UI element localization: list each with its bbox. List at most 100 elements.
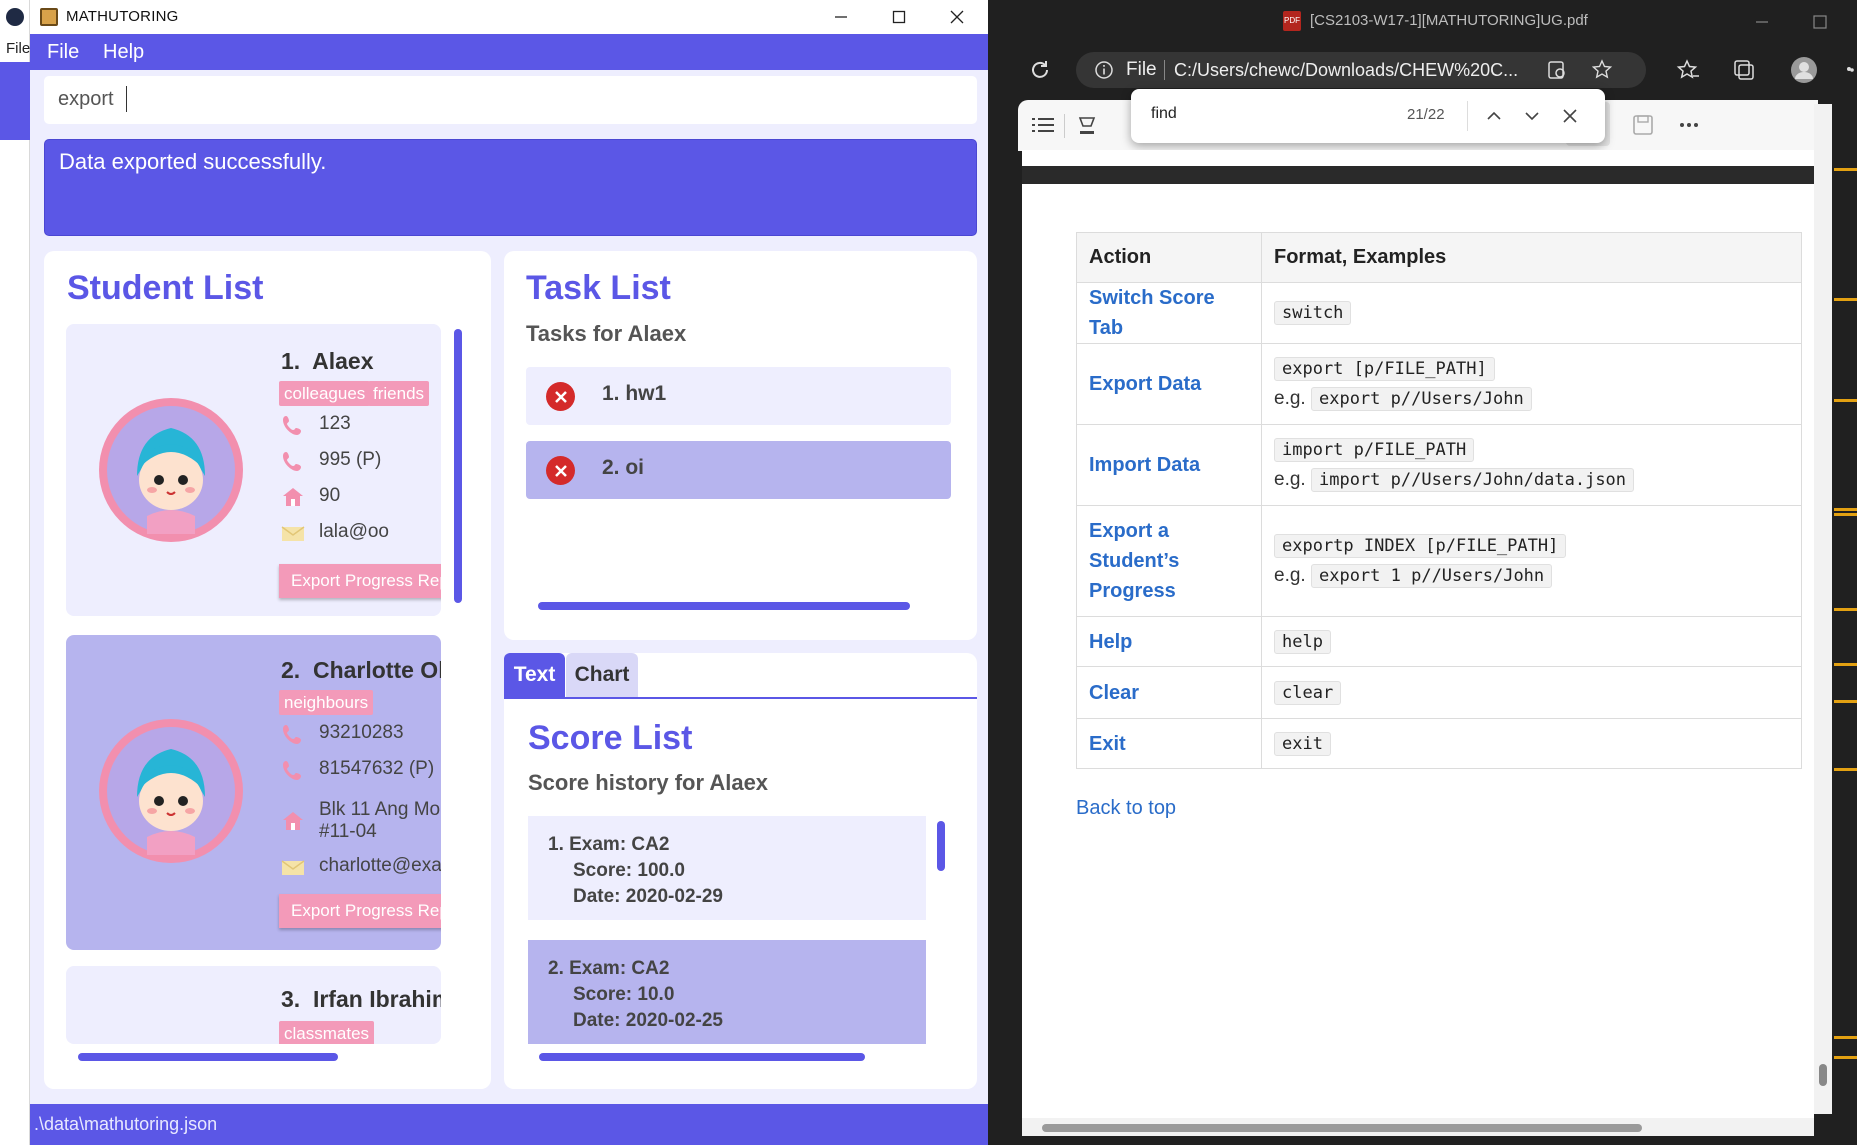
score-list-horizontal-scrollbar[interactable] — [539, 1053, 865, 1061]
pdf-horizontal-scroll-thumb[interactable] — [1042, 1124, 1642, 1132]
favorites-icon[interactable] — [1676, 58, 1700, 82]
student-name: Charlotte Oliveiro — [312, 657, 441, 683]
minimize-icon[interactable] — [1754, 14, 1770, 30]
maximize-icon[interactable] — [1812, 14, 1828, 30]
score-exam: 1. Exam: CA2 — [548, 834, 670, 855]
browser-window-title: [CS2103-W17-1][MATHUTORING]UG.pdf — [1310, 12, 1588, 29]
phone-icon — [283, 416, 301, 435]
student-card[interactable]: 3. Irfan Ibrahim classmates — [66, 966, 441, 1044]
text-caret — [126, 86, 127, 112]
menu-file[interactable]: File — [47, 41, 79, 64]
maximize-button[interactable] — [870, 0, 928, 34]
menu-bar: File Help — [30, 34, 988, 70]
parent-phone-value: 995 (P) — [319, 449, 382, 470]
student-index: 3. — [281, 986, 301, 1012]
pdf-vertical-scroll-thumb[interactable] — [1819, 1064, 1827, 1086]
action-link[interactable]: Exit — [1076, 718, 1262, 769]
result-text: Data exported successfully. — [59, 149, 327, 174]
table-row: Import Data import p/FILE_PATH e.g. impor… — [1076, 424, 1802, 506]
pdf-more-options-icon[interactable] — [1680, 122, 1698, 128]
status-file-path: .\data\mathutoring.json — [34, 1114, 218, 1134]
command-summary-table: Action Format, Examples Switch Score Tab… — [1076, 232, 1802, 769]
back-to-top-link[interactable]: Back to top — [1076, 797, 1176, 820]
command-input[interactable]: export — [44, 76, 977, 124]
minimize-button[interactable] — [812, 0, 870, 34]
more-options-button[interactable] — [1850, 68, 1857, 72]
task-row-selected[interactable]: 2. oi — [526, 441, 951, 499]
tab-underline — [504, 697, 977, 699]
info-icon[interactable] — [1094, 60, 1114, 80]
student-card-body: 1. Alaex colleagues friends 123 995 (P) … — [66, 324, 441, 616]
background-app-icon — [6, 8, 24, 26]
find-divider — [1467, 101, 1468, 131]
student-list-vertical-scrollbar[interactable] — [454, 329, 462, 603]
score-date: Date: 2020-02-25 — [573, 1010, 723, 1031]
home-icon — [283, 812, 303, 830]
add-favorite-icon[interactable] — [1592, 59, 1614, 81]
header-action: Action — [1076, 232, 1262, 283]
menu-help[interactable]: Help — [103, 41, 144, 64]
find-input[interactable]: find — [1151, 105, 1177, 123]
table-row: Help help — [1076, 616, 1802, 667]
action-link[interactable]: Help — [1076, 616, 1262, 667]
pdf-file-icon: PDF — [1283, 11, 1301, 31]
pdf-vertical-scrollbar[interactable] — [1814, 104, 1832, 1114]
score-row[interactable]: 1. Exam: CA2 Score: 100.0 Date: 2020-02-… — [528, 816, 926, 920]
action-link[interactable]: Export Data — [1076, 343, 1262, 425]
tab-text[interactable]: Text — [504, 653, 565, 697]
format-cell: exit — [1261, 718, 1802, 769]
mathutoring-window: MATHUTORING File Help export Data export… — [30, 0, 988, 1145]
table-row: Switch Score Tab switch — [1076, 282, 1802, 344]
previous-match-icon[interactable] — [1485, 107, 1503, 125]
next-match-icon[interactable] — [1523, 107, 1541, 125]
close-find-icon[interactable] — [1561, 107, 1579, 125]
profile-avatar-icon[interactable] — [1790, 56, 1818, 84]
refresh-icon[interactable] — [1028, 58, 1052, 82]
close-window-button[interactable] — [928, 0, 986, 34]
search-hit-marker — [1834, 700, 1857, 703]
action-link[interactable]: Clear — [1076, 666, 1262, 719]
parent-phone-icon — [283, 761, 301, 780]
url-text[interactable]: C:/Users/chewc/Downloads/CHEW%20C... — [1174, 60, 1518, 81]
pdf-horizontal-scrollbar[interactable] — [1022, 1118, 1814, 1136]
maximize-icon — [892, 10, 906, 24]
example-prefix: e.g. — [1274, 565, 1306, 586]
score-list-subtitle: Score history for Alaex — [528, 770, 769, 795]
task-list-title: Task List — [526, 269, 671, 307]
student-card-selected[interactable]: 2. Charlotte Oliveiro neighbours 9321028… — [66, 635, 441, 950]
task-list-horizontal-scrollbar[interactable] — [538, 602, 910, 610]
read-aloud-icon[interactable] — [1546, 59, 1568, 81]
student-list-horizontal-scrollbar[interactable] — [78, 1053, 338, 1061]
table-of-contents-icon[interactable] — [1032, 115, 1054, 135]
score-value: Score: 100.0 — [573, 860, 685, 881]
home-icon — [283, 488, 303, 506]
format-code: import p/FILE_PATH — [1274, 438, 1475, 462]
format-code: switch — [1274, 301, 1352, 325]
search-hit-marker — [1834, 1036, 1857, 1039]
address-bar[interactable]: File C:/Users/chewc/Downloads/CHEW%20C..… — [1076, 52, 1646, 88]
phone-icon — [283, 725, 301, 744]
action-link[interactable]: Export a Student’s Progress — [1076, 505, 1262, 617]
save-icon[interactable] — [1632, 114, 1654, 136]
highlight-icon[interactable] — [1076, 114, 1098, 136]
score-row-selected[interactable]: 2. Exam: CA2 Score: 10.0 Date: 2020-02-2… — [528, 940, 926, 1044]
task-list-panel: Task List Tasks for Alaex 1. hw1 2. oi — [504, 251, 977, 640]
student-card[interactable]: 1. Alaex colleagues friends 123 995 (P) … — [66, 324, 441, 616]
format-cell: help — [1261, 616, 1802, 667]
export-progress-report-button[interactable]: Export Progress Report — [279, 564, 441, 598]
action-link[interactable]: Switch Score Tab — [1076, 282, 1262, 344]
score-list-title: Score List — [528, 719, 693, 757]
mail-icon — [281, 860, 305, 875]
collections-icon[interactable] — [1732, 58, 1756, 82]
table-row: Clear clear — [1076, 666, 1802, 719]
background-file-menu[interactable]: File — [6, 40, 30, 57]
format-cell: export [p/FILE_PATH] e.g. export p//Users… — [1261, 343, 1802, 425]
status-bar: .\data\mathutoring.json — [30, 1104, 988, 1145]
minimize-icon — [835, 16, 847, 18]
export-progress-report-button[interactable]: Export Progress Report — [279, 894, 441, 928]
tab-chart[interactable]: Chart — [566, 653, 638, 697]
student-name: Alaex — [312, 348, 374, 374]
action-link[interactable]: Import Data — [1076, 424, 1262, 506]
score-list-vertical-scrollbar[interactable] — [937, 821, 945, 871]
task-row[interactable]: 1. hw1 — [526, 367, 951, 425]
